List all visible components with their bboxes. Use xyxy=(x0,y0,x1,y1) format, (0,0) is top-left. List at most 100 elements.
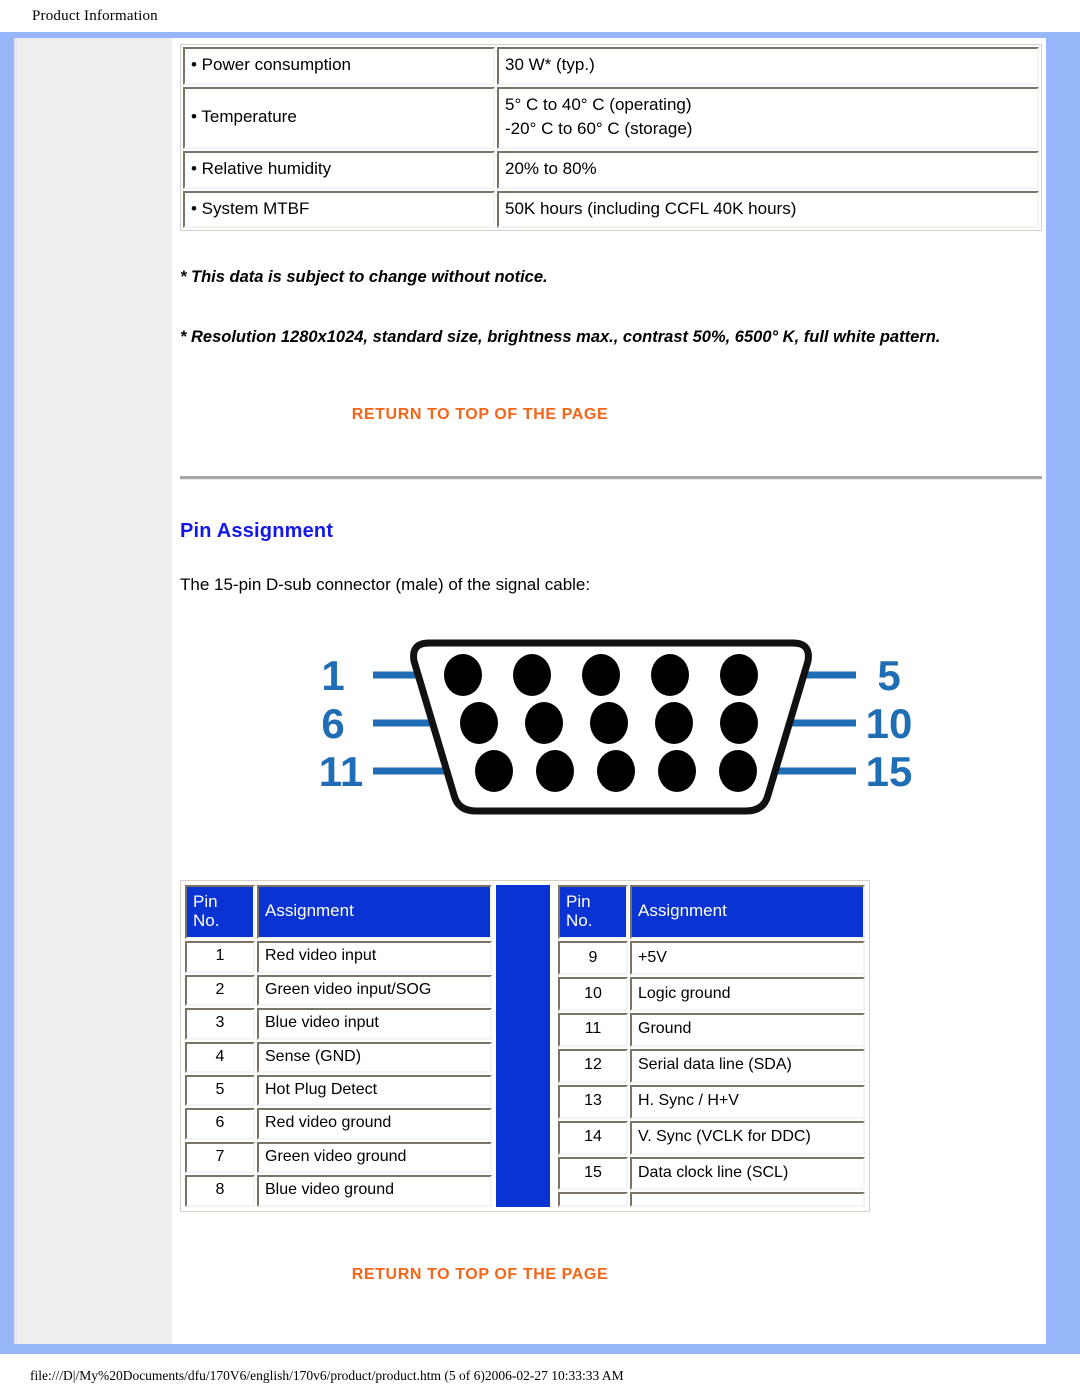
pin-3 xyxy=(582,654,620,697)
return-to-top-link-bottom[interactable]: RETURN TO TOP OF THE PAGE xyxy=(180,1266,780,1284)
pin-14 xyxy=(658,750,696,793)
pin-table-left: Pin No. Assignment 1 Red video input 2 Gre… xyxy=(183,883,494,1209)
pin-2 xyxy=(513,654,551,697)
pin-15 xyxy=(719,750,757,793)
table-row: 4 Sense (GND) xyxy=(185,1041,492,1074)
table-header-row: Pin No. Assignment xyxy=(185,885,492,940)
frame-inner: • Power consumption 30 W* (typ.) • Tempe… xyxy=(14,38,1046,1344)
cell-assignment: Serial data line (SDA) xyxy=(630,1049,865,1083)
connector-label-5: 5 xyxy=(877,652,900,699)
cell-pin-no: 13 xyxy=(558,1084,628,1119)
connector-label-15: 15 xyxy=(866,748,911,795)
pin-assignment-tables: Pin No. Assignment 1 Red video input 2 Gre… xyxy=(180,880,870,1212)
cell-assignment: Green video ground xyxy=(257,1141,492,1174)
col-header-assignment: Assignment xyxy=(257,885,492,940)
spec-label: • Power consumption xyxy=(183,47,495,85)
table-row: 14 V. Sync (VCLK for DDC) xyxy=(558,1120,865,1155)
cell-pin-no: 5 xyxy=(185,1075,255,1107)
table-row-empty xyxy=(558,1192,865,1207)
table-row: 6 Red video ground xyxy=(185,1108,492,1140)
section-divider xyxy=(180,476,1042,481)
spec-value: 50K hours (including CCFL 40K hours) xyxy=(497,190,1039,229)
page-title: Product Information xyxy=(32,7,158,24)
cell-pin-no: 15 xyxy=(558,1156,628,1191)
cell-pin-no: 7 xyxy=(185,1141,255,1174)
pin-table-right-body: 9 +5V 10 Logic ground 11 Ground 12 Serial da… xyxy=(558,941,865,1207)
table-row: 1 Red video input xyxy=(185,941,492,973)
cell-assignment: H. Sync / H+V xyxy=(630,1084,865,1119)
pin-12 xyxy=(536,750,574,793)
cell-pin-no: 2 xyxy=(185,974,255,1007)
connector-label-10: 10 xyxy=(866,700,911,747)
spec-value: 5° C to 40° C (operating) -20° C to 60° … xyxy=(497,86,1039,149)
table-row: 15 Data clock line (SCL) xyxy=(558,1156,865,1191)
pin-9 xyxy=(655,702,693,745)
cell-assignment: Red video input xyxy=(257,941,492,973)
col-header-pin-no: Pin No. xyxy=(558,885,628,940)
pin-10 xyxy=(720,702,758,745)
table-row: 9 +5V xyxy=(558,941,865,976)
footer-path-text: file:///D|/My%20Documents/dfu/170V6/engl… xyxy=(30,1367,624,1383)
cell-assignment: Ground xyxy=(630,1013,865,1048)
table-row: 7 Green video ground xyxy=(185,1141,492,1174)
section-heading-pin-assignment: Pin Assignment xyxy=(180,520,334,543)
table-row: 3 Blue video input xyxy=(185,1008,492,1040)
table-row: 2 Green video input/SOG xyxy=(185,974,492,1007)
pin-assignment-intro: The 15-pin D-sub connector (male) of the… xyxy=(180,575,591,595)
cell-pin-no: 10 xyxy=(558,977,628,1012)
spec-value: 30 W* (typ.) xyxy=(497,47,1039,85)
cell-assignment: Data clock line (SCL) xyxy=(630,1156,865,1191)
cell-pin-no: 14 xyxy=(558,1120,628,1155)
page-header: Product Information xyxy=(0,0,1080,32)
dsub-connector-icon: 1 5 6 10 11 15 xyxy=(319,639,911,815)
page-frame: • Power consumption 30 W* (typ.) • Tempe… xyxy=(0,32,1080,1354)
pin-1 xyxy=(444,654,482,697)
pin-13 xyxy=(597,750,635,793)
cell-empty xyxy=(630,1192,865,1207)
cell-assignment: V. Sync (VCLK for DDC) xyxy=(630,1120,865,1155)
connector-label-11: 11 xyxy=(319,748,363,795)
pin-8 xyxy=(590,702,628,745)
pin-7 xyxy=(525,702,563,745)
specifications-table: • Power consumption 30 W* (typ.) • Tempe… xyxy=(180,44,1042,232)
pin-table-left-body: 1 Red video input 2 Green video input/SOG … xyxy=(185,941,492,1207)
cell-empty xyxy=(558,1192,628,1207)
pin-table-left-head: Pin No. Assignment xyxy=(185,885,492,940)
table-header-row: Pin No. Assignment xyxy=(558,885,865,940)
content-area: • Power consumption 30 W* (typ.) • Tempe… xyxy=(172,38,1046,1344)
table-row: • Power consumption 30 W* (typ.) xyxy=(183,47,1039,85)
cell-pin-no: 3 xyxy=(185,1008,255,1040)
content-inner: • Power consumption 30 W* (typ.) • Tempe… xyxy=(180,44,1046,1284)
cell-pin-no: 1 xyxy=(185,941,255,973)
dsub-connector-diagram: 1 5 6 10 11 15 xyxy=(180,623,1042,828)
cell-assignment: Hot Plug Detect xyxy=(257,1075,492,1107)
pin-4 xyxy=(651,654,689,697)
col-header-pin-no: Pin No. xyxy=(185,885,255,940)
connector-label-6: 6 xyxy=(321,700,344,747)
cell-pin-no: 4 xyxy=(185,1041,255,1074)
cell-assignment: Sense (GND) xyxy=(257,1041,492,1074)
cell-assignment: Green video input/SOG xyxy=(257,974,492,1007)
pin-6 xyxy=(460,702,498,745)
footnote-data-change: * This data is subject to change without… xyxy=(180,268,548,287)
cell-assignment: Blue video input xyxy=(257,1008,492,1040)
table-row: 10 Logic ground xyxy=(558,977,865,1012)
cell-assignment: +5V xyxy=(630,941,865,976)
specifications-table-body: • Power consumption 30 W* (typ.) • Tempe… xyxy=(183,47,1039,229)
table-row: • System MTBF 50K hours (including CCFL … xyxy=(183,190,1039,229)
page-footer: file:///D|/My%20Documents/dfu/170V6/engl… xyxy=(0,1354,1080,1397)
connector-label-1: 1 xyxy=(321,652,344,699)
cell-assignment: Red video ground xyxy=(257,1108,492,1140)
table-row: • Relative humidity 20% to 80% xyxy=(183,150,1039,189)
pin-table-right-head: Pin No. Assignment xyxy=(558,885,865,940)
footnote-resolution: * Resolution 1280x1024, standard size, b… xyxy=(180,327,941,346)
cell-pin-no: 8 xyxy=(185,1175,255,1207)
sidebar-panel xyxy=(14,38,172,1344)
table-row: 13 H. Sync / H+V xyxy=(558,1084,865,1119)
return-to-top-link[interactable]: RETURN TO TOP OF THE PAGE xyxy=(180,406,780,424)
cell-assignment: Logic ground xyxy=(630,977,865,1012)
pin-11 xyxy=(475,750,513,793)
table-row: • Temperature 5° C to 40° C (operating) … xyxy=(183,86,1039,149)
cell-assignment: Blue video ground xyxy=(257,1175,492,1207)
spec-value: 20% to 80% xyxy=(497,150,1039,189)
